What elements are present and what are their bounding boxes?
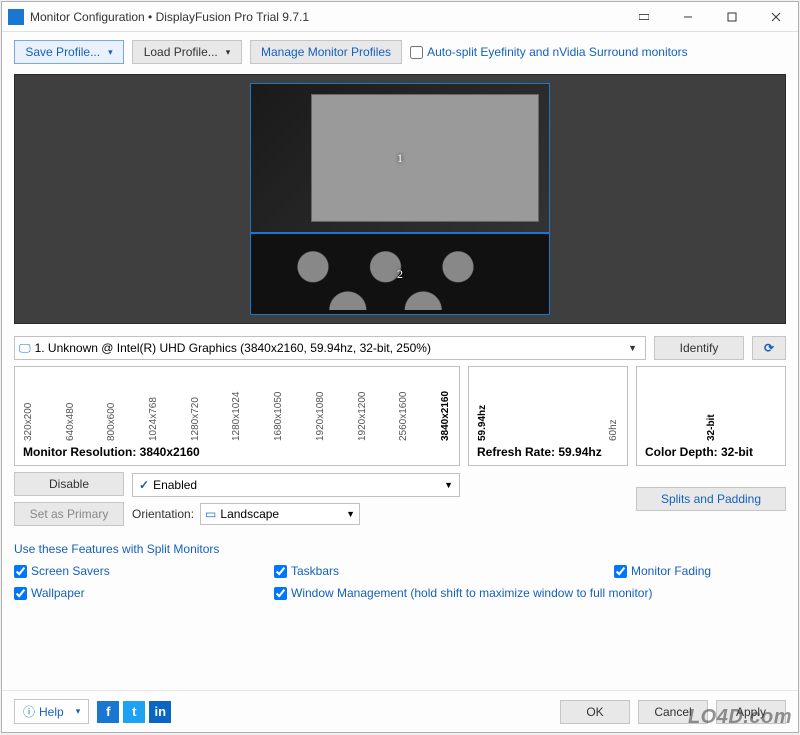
auto-split-checkbox[interactable]: Auto-split Eyefinity and nVidia Surround… [410, 45, 688, 59]
tick[interactable]: 1920x1080 [315, 375, 326, 441]
tick[interactable]: 32-bit [706, 375, 717, 441]
window-management-checkbox[interactable]: Window Management (hold shift to maximiz… [274, 586, 786, 600]
twitter-icon[interactable]: t [123, 701, 145, 723]
controls-area: 🖵 1. Unknown @ Intel(R) UHD Graphics (38… [2, 332, 798, 534]
chevron-down-icon: ▼ [346, 509, 355, 519]
set-primary-button[interactable]: Set as Primary [14, 502, 124, 526]
tick[interactable]: 1024x768 [148, 375, 159, 441]
ok-button[interactable]: OK [560, 700, 630, 724]
load-profile-button[interactable]: Load Profile...▾ [132, 40, 242, 64]
wallpaper-checkbox[interactable]: Wallpaper [14, 586, 274, 600]
orientation-dropdown[interactable]: ▭ Landscape ▼ [200, 503, 360, 525]
help-button[interactable]: ⓘHelp▾ [14, 699, 89, 724]
features-section: Use these Features with Split Monitors S… [2, 534, 798, 604]
tick[interactable]: 60hz [608, 375, 619, 441]
monitor-dropdown-text: 1. Unknown @ Intel(R) UHD Graphics (3840… [35, 341, 625, 355]
resolution-slider[interactable]: 320x200 640x480 800x600 1024x768 1280x720 128… [14, 366, 460, 466]
depth-label: Color Depth: 32-bit [641, 441, 781, 461]
app-window: Monitor Configuration • DisplayFusion Pr… [1, 1, 799, 733]
splits-padding-button[interactable]: Splits and Padding [636, 487, 786, 511]
screen-savers-checkbox[interactable]: Screen Savers [14, 564, 274, 578]
orientation-label: Orientation: [132, 507, 194, 521]
manage-profiles-button[interactable]: Manage Monitor Profiles [250, 40, 402, 64]
save-profile-button[interactable]: Save Profile...▾ [14, 40, 124, 64]
chevron-down-icon: ▼ [624, 343, 641, 353]
features-title: Use these Features with Split Monitors [14, 542, 786, 556]
tick[interactable]: 320x200 [23, 375, 34, 441]
close-button[interactable] [754, 2, 798, 32]
disable-button[interactable]: Disable [14, 472, 124, 496]
tick[interactable]: 2560x1600 [398, 375, 409, 441]
tick[interactable]: 3840x2160 [440, 375, 451, 441]
window-extra-icon[interactable] [622, 2, 666, 32]
tick[interactable]: 59.94hz [477, 375, 488, 441]
monitor-fading-checkbox[interactable]: Monitor Fading [614, 564, 786, 578]
chevron-down-icon: ▾ [76, 706, 81, 717]
app-icon [8, 9, 24, 25]
window-title: Monitor Configuration • DisplayFusion Pr… [30, 10, 622, 24]
refresh-slider[interactable]: 59.94hz 60hz Refresh Rate: 59.94hz [468, 366, 628, 466]
depth-slider[interactable]: 32-bit Color Depth: 32-bit [636, 366, 786, 466]
refresh-ticks: 59.94hz 60hz [473, 371, 623, 441]
linkedin-icon[interactable]: in [149, 701, 171, 723]
resolution-label: Monitor Resolution: 3840x2160 [19, 441, 455, 461]
preview-monitor-1[interactable]: 1 [250, 83, 550, 233]
identify-button[interactable]: Identify [654, 336, 744, 360]
tick[interactable]: 1280x1024 [231, 375, 242, 441]
chevron-down-icon: ▾ [108, 47, 113, 58]
tick[interactable]: 640x480 [65, 375, 76, 441]
footer: ⓘHelp▾ f t in OK Cancel Apply [2, 690, 798, 732]
refresh-label: Refresh Rate: 59.94hz [473, 441, 623, 461]
enabled-dropdown[interactable]: ✓ Enabled ▼ [132, 473, 460, 497]
taskbars-checkbox[interactable]: Taskbars [274, 564, 614, 578]
social-links: f t in [97, 701, 171, 723]
titlebar: Monitor Configuration • DisplayFusion Pr… [2, 2, 798, 32]
facebook-icon[interactable]: f [97, 701, 119, 723]
maximize-button[interactable] [710, 2, 754, 32]
monitor-preview-area[interactable]: 1 2 [14, 74, 786, 324]
minimize-button[interactable] [666, 2, 710, 32]
monitor-layout: 1 2 [250, 83, 550, 315]
tick[interactable]: 800x600 [106, 375, 117, 441]
cancel-button[interactable]: Cancel [638, 700, 708, 724]
chevron-down-icon: ▾ [226, 47, 231, 58]
tick[interactable]: 1680x1050 [273, 375, 284, 441]
landscape-icon: ▭ [205, 507, 216, 521]
apply-button[interactable]: Apply [716, 700, 786, 724]
tick[interactable]: 1920x1200 [357, 375, 368, 441]
top-toolbar: Save Profile...▾ Load Profile...▾ Manage… [2, 32, 798, 72]
chevron-down-icon: ▼ [444, 480, 453, 490]
monitor-dropdown[interactable]: 🖵 1. Unknown @ Intel(R) UHD Graphics (38… [14, 336, 646, 360]
tick[interactable]: 1280x720 [190, 375, 201, 441]
check-icon: ✓ [139, 478, 149, 492]
refresh-button[interactable]: ⟳ [752, 336, 786, 360]
preview-monitor-2[interactable]: 2 [250, 233, 550, 315]
monitor-icon: 🖵 [19, 341, 31, 356]
resolution-ticks: 320x200 640x480 800x600 1024x768 1280x720 128… [19, 371, 455, 441]
depth-ticks: 32-bit [641, 371, 781, 441]
